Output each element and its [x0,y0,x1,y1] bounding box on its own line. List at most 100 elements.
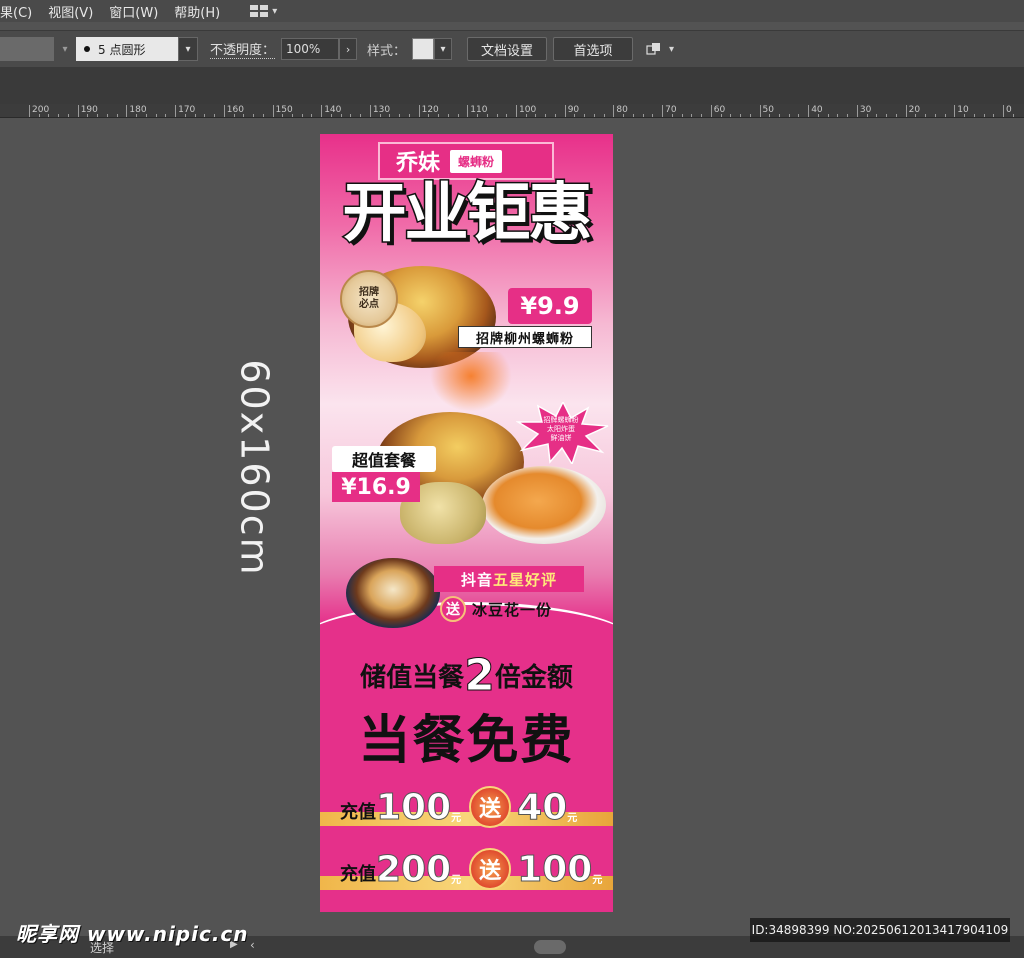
ruler-tick [447,114,449,117]
ruler-tick [769,114,771,117]
arrange-documents-button[interactable]: ▾ [645,41,674,57]
currency-unit: 元 [567,813,578,824]
brush-dropdown-icon[interactable]: ▾ [178,37,198,61]
stroke-swatch[interactable] [0,37,54,61]
style-dropdown-icon[interactable]: ▾ [434,38,453,60]
ruler-tick [223,105,225,117]
ruler-tick [574,114,576,117]
badge-line2: 必点 [359,299,379,310]
workspace-switcher[interactable]: ▾ [250,5,277,17]
send-seal: 送 [469,848,512,890]
document-setup-button[interactable]: 文档设置 [467,37,548,61]
ruler-tick [710,105,712,117]
menu-effects[interactable]: 果(C) [0,2,40,21]
ruler-tick [399,114,401,117]
ruler-tick [681,114,683,117]
ruler-tick [827,114,829,117]
promo-number: 2 [464,650,496,702]
ruler-tick [749,114,751,117]
ruler-tick [253,114,255,117]
ruler-tick [457,114,459,117]
scroll-left-icon[interactable]: ‹ [250,938,255,952]
ruler-tick [214,114,216,117]
star-line3: 鲜油饼 [550,434,572,443]
brush-definition-field[interactable]: 5 点圆形 [76,37,178,61]
ruler-tick [554,114,556,117]
ruler-tick [438,114,440,117]
ruler-tick [798,114,800,117]
opacity-label[interactable]: 不透明度： [210,39,276,59]
horizontal-scrollbar-thumb[interactable] [534,940,566,954]
opacity-arrow-icon[interactable]: › [339,38,358,60]
preferences-button[interactable]: 首选项 [553,37,634,61]
ruler-tick [379,114,381,117]
must-order-badge: 招牌 必点 [340,270,398,328]
douyin-highlight: 五星好评 [493,570,558,589]
ruler-label: 10 [957,105,969,115]
menu-window[interactable]: 窗口(W) [101,2,166,21]
ruler-tick [29,105,30,117]
ruler-tick [934,114,936,117]
stored-value-promo: 储值当餐2倍金额 [320,650,613,702]
artboard-poster[interactable]: 乔妹 螺蛳粉 开业钜惠 招牌 必点 ¥9.9 招牌柳州螺蛳粉 招牌螺蛳粉 太阳炸… [320,134,613,912]
ruler-label: 150 [275,105,293,115]
ruler-tick [467,105,469,117]
fried-egg-plate-image [482,466,606,544]
ruler-tick [116,114,118,117]
menu-help[interactable]: 帮助(H) [166,2,228,21]
ruler-tick [194,114,196,117]
brand-banner: 乔妹 螺蛳粉 [378,142,554,180]
ruler-label: 20 [908,105,921,115]
ruler-tick [136,114,138,117]
ruler-tick [282,114,284,117]
ruler-tick [730,114,732,117]
ruler-tick [496,114,498,117]
ruler-label: 0 [1006,105,1012,115]
signature-dish-label: 招牌柳州螺蛳粉 [458,326,592,348]
ruler-tick [106,114,108,117]
ruler-tick [516,105,517,117]
starburst-text: 招牌螺蛳粉 太阳炸蛋 鲜油饼 [532,416,590,443]
opacity-input[interactable]: 100% [281,38,340,60]
ruler-tick [564,105,566,117]
menu-view[interactable]: 视图(V) [40,2,101,21]
ruler-label: 200 [32,105,50,115]
ruler-tick [593,114,595,117]
ruler-label: 40 [811,105,823,115]
ruler-tick [1012,114,1014,117]
style-swatch[interactable] [412,38,435,60]
ruler-tick [545,114,547,117]
stroke-dropdown-icon[interactable]: ▾ [54,37,76,61]
ruler-tick [175,105,177,117]
ruler-tick [964,114,966,117]
ruler-tick [350,114,352,117]
ruler-tick [584,114,586,117]
ruler-label: 50 [762,105,774,115]
ruler-tick [808,105,810,117]
ruler-tick [671,114,673,117]
brand-tag: 螺蛳粉 [450,149,503,173]
ruler-label: 160 [226,105,244,115]
ruler-tick [243,114,245,117]
ruler-tick [1003,105,1004,117]
ruler-tick [360,114,362,117]
ruler-tick [642,114,644,117]
poster-headline: 开业钜惠 [341,177,594,251]
ruler-tick [720,114,722,117]
ruler-label: 90 [567,105,580,115]
ruler-label: 70 [665,105,677,115]
ruler-tick [165,114,167,117]
combo-label: 超值套餐 [332,446,436,472]
ruler-tick [330,114,332,117]
ruler-label: 120 [421,105,439,115]
ruler-tick [915,114,917,117]
ruler-tick [48,114,50,117]
douyin-prefix: 抖音 [460,570,493,589]
ruler-tick [886,114,888,117]
currency-unit: 元 [592,875,603,886]
ruler-label: 140 [324,105,342,115]
ruler-tick [895,114,897,117]
horizontal-ruler[interactable]: 200 190 180 170 160 150 140 130 120 110 100 90 80 70 6… [0,104,1024,118]
ruler-tick [126,105,128,117]
watermark-logo: 昵享网 www.nipic.cn [16,922,249,946]
